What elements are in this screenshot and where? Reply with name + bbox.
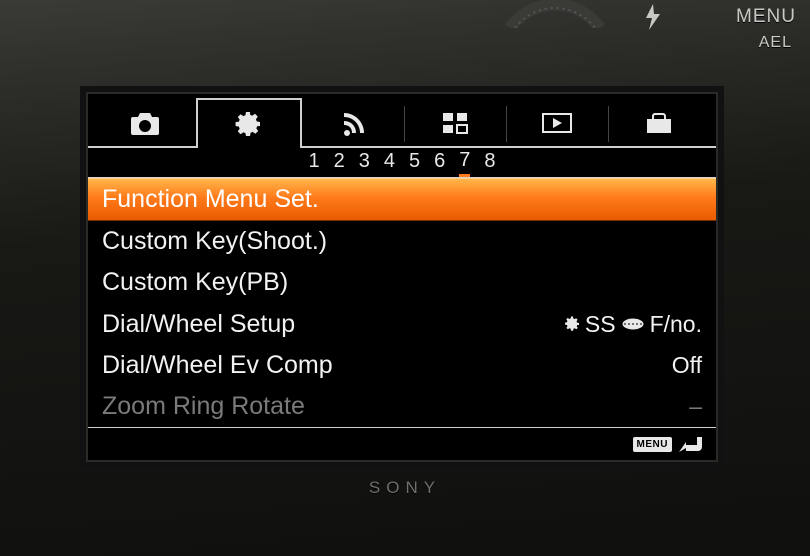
brand-label: SONY <box>369 478 441 498</box>
page-7[interactable]: 7 <box>459 149 470 177</box>
menu-label: Function Menu Set. <box>102 185 702 214</box>
gear-icon <box>234 109 264 139</box>
page-8[interactable]: 8 <box>484 150 495 175</box>
tab-playback[interactable] <box>506 100 608 146</box>
menu-item-custom-key-shoot[interactable]: Custom Key(Shoot.) <box>88 221 716 262</box>
menu-item-dial-wheel-setup[interactable]: Dial/Wheel Setup SS F/no. <box>88 304 716 345</box>
menu-list: Function Menu Set. Custom Key(Shoot.) Cu… <box>88 178 716 428</box>
menu-value: – <box>689 393 702 420</box>
menu-label: Custom Key(PB) <box>102 268 702 297</box>
menu-label: Dial/Wheel Setup <box>102 310 553 339</box>
page-3[interactable]: 3 <box>359 150 370 175</box>
menu-label: Dial/Wheel Ev Comp <box>102 351 662 380</box>
gear-small-icon <box>563 315 581 333</box>
wifi-icon <box>338 110 368 136</box>
toolbox-icon <box>643 111 675 135</box>
ael-button-label[interactable]: AEL <box>759 34 792 52</box>
page-indicator: 1 2 3 4 5 6 7 8 <box>88 148 716 178</box>
footer-bar: MENU <box>88 428 716 460</box>
menu-button-label[interactable]: MENU <box>736 6 796 28</box>
menu-item-zoom-ring-rotate: Zoom Ring Rotate – <box>88 386 716 427</box>
tab-camera[interactable] <box>94 100 196 146</box>
page-1[interactable]: 1 <box>309 150 320 175</box>
flash-icon <box>644 4 662 35</box>
mode-dial-icon <box>505 0 605 33</box>
camera-body: MENU AEL SONY <box>0 0 810 556</box>
page-5[interactable]: 5 <box>409 150 420 175</box>
apps-icon <box>441 111 469 135</box>
menu-item-custom-key-pb[interactable]: Custom Key(PB) <box>88 262 716 303</box>
tab-settings[interactable] <box>196 98 302 148</box>
tab-wireless[interactable] <box>302 100 404 146</box>
menu-value: SS F/no. <box>563 311 702 338</box>
lcd-screen: 1 2 3 4 5 6 7 8 Function Menu Set. Custo… <box>86 92 718 462</box>
tab-bar <box>88 94 716 148</box>
page-6[interactable]: 6 <box>434 150 445 175</box>
menu-label: Custom Key(Shoot.) <box>102 227 702 256</box>
value-ss: SS <box>585 311 616 338</box>
page-4[interactable]: 4 <box>384 150 395 175</box>
value-fno: F/no. <box>650 311 702 338</box>
menu-item-dial-wheel-ev-comp[interactable]: Dial/Wheel Ev Comp Off <box>88 345 716 386</box>
camera-icon <box>129 111 161 135</box>
menu-item-function-menu-set[interactable]: Function Menu Set. <box>88 178 716 221</box>
menu-label: Zoom Ring Rotate <box>102 392 679 421</box>
menu-badge: MENU <box>633 437 672 452</box>
page-2[interactable]: 2 <box>334 150 345 175</box>
wheel-small-icon <box>620 317 646 331</box>
playback-icon <box>541 112 573 134</box>
back-icon[interactable] <box>678 434 704 454</box>
tab-toolbox[interactable] <box>608 100 710 146</box>
menu-value: Off <box>672 352 702 379</box>
tab-apps[interactable] <box>404 100 506 146</box>
